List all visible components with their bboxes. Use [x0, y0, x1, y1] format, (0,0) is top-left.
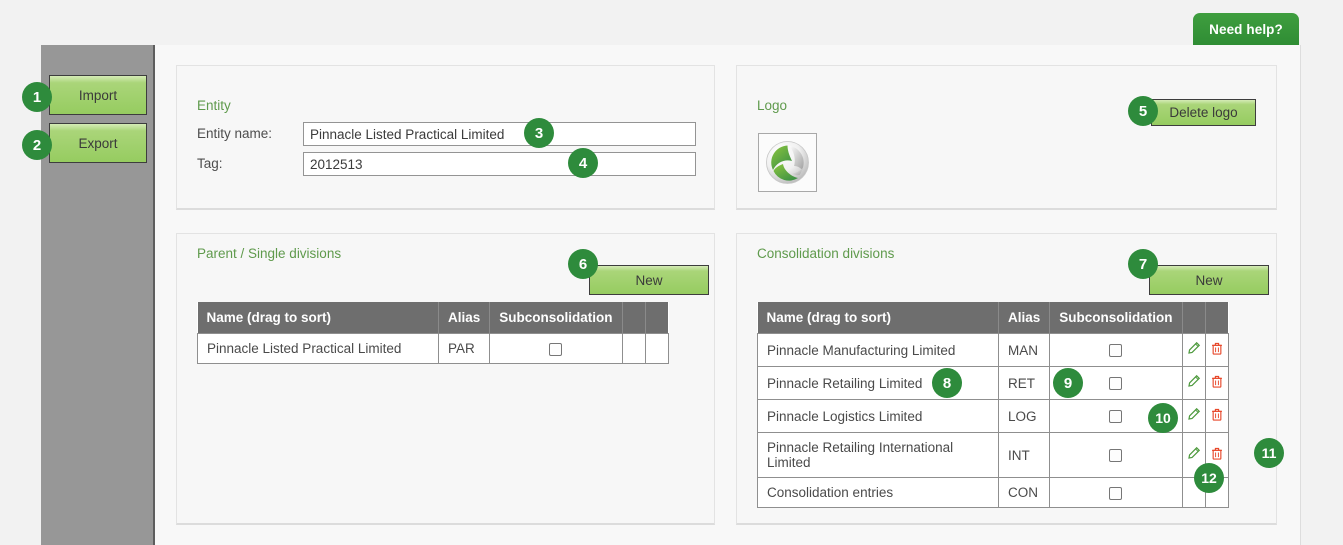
cell-alias[interactable]: PAR: [437, 333, 491, 364]
cell-name[interactable]: Consolidation entries: [757, 477, 999, 508]
entity-name-input[interactable]: [303, 122, 696, 146]
badge-11: 11: [1254, 438, 1284, 468]
column-subconsolidation[interactable]: Subconsolidation: [489, 302, 623, 334]
parent-divisions-table: Name (drag to sort) Alias Subconsolidati…: [197, 302, 669, 364]
logo-preview: [758, 133, 817, 192]
cell-delete: [644, 333, 669, 364]
need-help-button[interactable]: Need help?: [1193, 13, 1299, 45]
cell-alias[interactable]: INT: [997, 432, 1051, 478]
cell-edit[interactable]: [1181, 366, 1206, 400]
entity-panel-title: Entity: [197, 98, 231, 113]
edit-pencil-icon[interactable]: [1186, 446, 1201, 464]
left-gutter: [0, 45, 41, 545]
column-edit: [622, 302, 646, 334]
subconsolidation-checkbox[interactable]: [1109, 449, 1123, 463]
subconsolidation-checkbox[interactable]: [1109, 486, 1123, 500]
cell-edit[interactable]: [1181, 333, 1206, 367]
subconsolidation-checkbox[interactable]: [549, 342, 563, 356]
cell-delete[interactable]: [1204, 333, 1229, 367]
logo-panel: Logo Delete logo: [736, 65, 1277, 210]
subconsolidation-checkbox[interactable]: [1109, 377, 1123, 391]
right-edge: [1300, 45, 1343, 545]
cell-subconsolidation: [1049, 477, 1183, 508]
badge-1: 1: [22, 82, 52, 112]
parent-new-button[interactable]: New: [589, 265, 709, 295]
export-button[interactable]: Export: [49, 123, 147, 163]
cell-alias[interactable]: LOG: [997, 399, 1051, 433]
cell-delete[interactable]: [1204, 399, 1229, 433]
column-name[interactable]: Name (drag to sort): [197, 302, 439, 334]
parent-divisions-panel: Parent / Single divisions New Name (drag…: [176, 233, 715, 525]
table-row[interactable]: Consolidation entries CON: [757, 477, 1229, 508]
entity-tag-label: Tag:: [197, 156, 223, 171]
delete-logo-button[interactable]: Delete logo: [1151, 99, 1256, 126]
badge-8: 8: [932, 368, 962, 398]
column-subconsolidation[interactable]: Subconsolidation: [1049, 302, 1183, 334]
delete-trash-icon[interactable]: [1210, 408, 1224, 425]
cell-alias[interactable]: RET: [997, 366, 1051, 400]
cell-name[interactable]: Pinnacle Logistics Limited: [757, 399, 999, 433]
cell-subconsolidation: [1049, 432, 1183, 478]
cell-name[interactable]: Pinnacle Retailing Limited: [757, 366, 999, 400]
badge-10: 10: [1148, 403, 1178, 433]
column-name[interactable]: Name (drag to sort): [757, 302, 999, 334]
app-root: Need help? Import Export 1 2 Entity Enti…: [0, 0, 1343, 545]
edit-pencil-icon[interactable]: [1186, 407, 1201, 425]
cell-name[interactable]: Pinnacle Listed Practical Limited: [197, 333, 439, 364]
consolidation-new-button[interactable]: New: [1149, 265, 1269, 295]
entity-name-label: Entity name:: [197, 126, 273, 141]
consolidation-panel-title: Consolidation divisions: [757, 246, 895, 261]
parent-panel-title: Parent / Single divisions: [197, 246, 342, 261]
entity-tag-input[interactable]: [303, 152, 696, 176]
subconsolidation-checkbox[interactable]: [1109, 344, 1123, 358]
cell-alias[interactable]: MAN: [997, 333, 1051, 367]
delete-trash-icon[interactable]: [1210, 375, 1224, 392]
column-alias[interactable]: Alias: [438, 302, 491, 334]
badge-12: 12: [1194, 463, 1224, 493]
cell-name[interactable]: Pinnacle Retailing International Limited: [757, 432, 999, 478]
table-header-row: Name (drag to sort) Alias Subconsolidati…: [757, 302, 1229, 334]
table-row[interactable]: Pinnacle Retailing International Limited…: [757, 432, 1229, 478]
badge-4: 4: [568, 148, 598, 178]
column-alias[interactable]: Alias: [998, 302, 1051, 334]
cell-delete[interactable]: [1204, 366, 1229, 400]
badge-6: 6: [568, 249, 598, 279]
delete-trash-icon[interactable]: [1210, 342, 1224, 359]
left-sidebar: Import Export: [41, 45, 155, 545]
table-row[interactable]: Pinnacle Manufacturing Limited MAN: [757, 333, 1229, 367]
badge-3: 3: [524, 118, 554, 148]
cell-subconsolidation: [489, 333, 623, 364]
cell-subconsolidation: [1049, 333, 1183, 367]
badge-2: 2: [22, 130, 52, 160]
edit-pencil-icon[interactable]: [1186, 374, 1201, 392]
column-delete: [645, 302, 669, 334]
edit-pencil-icon[interactable]: [1186, 341, 1201, 359]
import-button[interactable]: Import: [49, 75, 147, 115]
entity-panel: Entity Entity name: Tag:: [176, 65, 715, 210]
table-row[interactable]: Pinnacle Listed Practical Limited PAR: [197, 333, 669, 364]
subconsolidation-checkbox[interactable]: [1109, 410, 1123, 424]
delete-trash-icon[interactable]: [1210, 447, 1224, 464]
badge-7: 7: [1128, 249, 1158, 279]
table-row[interactable]: Pinnacle Retailing Limited RET: [757, 366, 1229, 400]
badge-9: 9: [1053, 368, 1083, 398]
logo-panel-title: Logo: [757, 98, 788, 113]
badge-5: 5: [1128, 96, 1158, 126]
cell-edit[interactable]: [1181, 399, 1206, 433]
column-delete: [1205, 302, 1229, 334]
table-header-row: Name (drag to sort) Alias Subconsolidati…: [197, 302, 669, 334]
cell-edit: [621, 333, 646, 364]
cell-alias[interactable]: CON: [997, 477, 1051, 508]
company-swirl-logo-icon: [766, 141, 809, 184]
cell-name[interactable]: Pinnacle Manufacturing Limited: [757, 333, 999, 367]
column-edit: [1182, 302, 1206, 334]
